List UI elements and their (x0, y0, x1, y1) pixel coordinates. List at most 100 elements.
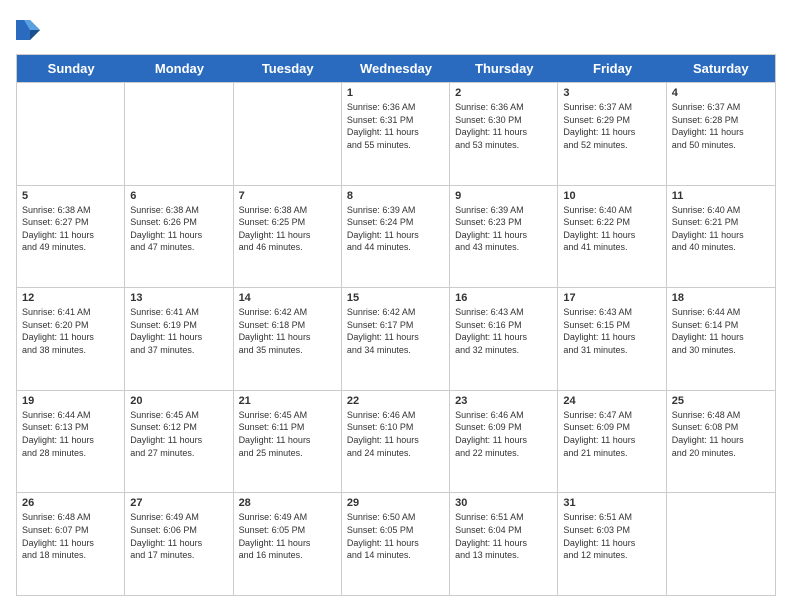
day-number: 31 (563, 497, 660, 509)
header-cell-friday: Friday (558, 55, 666, 82)
header-cell-sunday: Sunday (17, 55, 125, 82)
day-cell-27: 27 Sunrise: 6:49 AM Sunset: 6:06 PM Dayli… (125, 493, 233, 595)
day-number: 25 (672, 395, 770, 407)
calendar-header: SundayMondayTuesdayWednesdayThursdayFrid… (17, 55, 775, 82)
day-number: 19 (22, 395, 119, 407)
day-cell-23: 23 Sunrise: 6:46 AM Sunset: 6:09 PM Dayli… (450, 391, 558, 493)
day-cell-19: 19 Sunrise: 6:44 AM Sunset: 6:13 PM Dayli… (17, 391, 125, 493)
day-number: 11 (672, 190, 770, 202)
day-info: Sunrise: 6:40 AM Sunset: 6:21 PM Dayligh… (672, 204, 770, 254)
day-cell-8: 8 Sunrise: 6:39 AM Sunset: 6:24 PM Daylig… (342, 186, 450, 288)
day-cell-17: 17Sunrise: 6:43 AM Sunset: 6:15 PM Dayli… (558, 288, 666, 390)
day-info: Sunrise: 6:51 AM Sunset: 6:03 PM Dayligh… (563, 511, 660, 561)
day-cell-24: 24 Sunrise: 6:47 AM Sunset: 6:09 PM Dayli… (558, 391, 666, 493)
day-number: 15 (347, 292, 444, 304)
day-info: Sunrise: 6:46 AM Sunset: 6:09 PM Dayligh… (455, 409, 552, 459)
day-info: Sunrise: 6:41 AM Sunset: 6:19 PM Dayligh… (130, 306, 227, 356)
header-cell-thursday: Thursday (450, 55, 558, 82)
day-info: Sunrise: 6:45 AM Sunset: 6:12 PM Dayligh… (130, 409, 227, 459)
day-cell-empty-4-6 (667, 493, 775, 595)
day-info: Sunrise: 6:36 AM Sunset: 6:31 PM Dayligh… (347, 101, 444, 151)
day-number: 24 (563, 395, 660, 407)
day-info: Sunrise: 6:44 AM Sunset: 6:14 PM Dayligh… (672, 306, 770, 356)
day-info: Sunrise: 6:39 AM Sunset: 6:24 PM Dayligh… (347, 204, 444, 254)
day-cell-29: 29Sunrise: 6:50 AM Sunset: 6:05 PM Dayli… (342, 493, 450, 595)
day-number: 14 (239, 292, 336, 304)
calendar-row-3: 12Sunrise: 6:41 AM Sunset: 6:20 PM Dayli… (17, 287, 775, 390)
day-cell-11: 11 Sunrise: 6:40 AM Sunset: 6:21 PM Dayli… (667, 186, 775, 288)
day-number: 5 (22, 190, 119, 202)
day-info: Sunrise: 6:37 AM Sunset: 6:28 PM Dayligh… (672, 101, 770, 151)
day-cell-2: 2 Sunrise: 6:36 AM Sunset: 6:30 PM Daylig… (450, 83, 558, 185)
day-cell-10: 10 Sunrise: 6:40 AM Sunset: 6:22 PM Dayli… (558, 186, 666, 288)
day-info: Sunrise: 6:38 AM Sunset: 6:25 PM Dayligh… (239, 204, 336, 254)
day-number: 9 (455, 190, 552, 202)
day-info: Sunrise: 6:43 AM Sunset: 6:15 PM Dayligh… (563, 306, 660, 356)
day-cell-26: 26 Sunrise: 6:48 AM Sunset: 6:07 PM Dayli… (17, 493, 125, 595)
day-info: Sunrise: 6:49 AM Sunset: 6:05 PM Dayligh… (239, 511, 336, 561)
calendar-body: 1 Sunrise: 6:36 AM Sunset: 6:31 PM Daylig… (17, 82, 775, 595)
calendar-row-4: 19 Sunrise: 6:44 AM Sunset: 6:13 PM Dayli… (17, 390, 775, 493)
calendar-row-2: 5 Sunrise: 6:38 AM Sunset: 6:27 PM Daylig… (17, 185, 775, 288)
day-cell-25: 25 Sunrise: 6:48 AM Sunset: 6:08 PM Dayli… (667, 391, 775, 493)
day-cell-empty-0-0 (17, 83, 125, 185)
day-number: 7 (239, 190, 336, 202)
day-cell-20: 20 Sunrise: 6:45 AM Sunset: 6:12 PM Dayli… (125, 391, 233, 493)
day-number: 1 (347, 87, 444, 99)
day-info: Sunrise: 6:50 AM Sunset: 6:05 PM Dayligh… (347, 511, 444, 561)
day-info: Sunrise: 6:38 AM Sunset: 6:26 PM Dayligh… (130, 204, 227, 254)
day-info: Sunrise: 6:44 AM Sunset: 6:13 PM Dayligh… (22, 409, 119, 459)
day-number: 3 (563, 87, 660, 99)
day-cell-3: 3 Sunrise: 6:37 AM Sunset: 6:29 PM Daylig… (558, 83, 666, 185)
day-cell-31: 31 Sunrise: 6:51 AM Sunset: 6:03 PM Dayli… (558, 493, 666, 595)
day-info: Sunrise: 6:40 AM Sunset: 6:22 PM Dayligh… (563, 204, 660, 254)
day-info: Sunrise: 6:46 AM Sunset: 6:10 PM Dayligh… (347, 409, 444, 459)
day-number: 20 (130, 395, 227, 407)
day-number: 18 (672, 292, 770, 304)
day-info: Sunrise: 6:43 AM Sunset: 6:16 PM Dayligh… (455, 306, 552, 356)
day-info: Sunrise: 6:48 AM Sunset: 6:07 PM Dayligh… (22, 511, 119, 561)
day-cell-6: 6Sunrise: 6:38 AM Sunset: 6:26 PM Daylig… (125, 186, 233, 288)
day-cell-13: 13 Sunrise: 6:41 AM Sunset: 6:19 PM Dayli… (125, 288, 233, 390)
day-info: Sunrise: 6:39 AM Sunset: 6:23 PM Dayligh… (455, 204, 552, 254)
day-number: 4 (672, 87, 770, 99)
day-number: 21 (239, 395, 336, 407)
logo-icon (16, 16, 40, 44)
day-info: Sunrise: 6:37 AM Sunset: 6:29 PM Dayligh… (563, 101, 660, 151)
day-number: 26 (22, 497, 119, 509)
day-number: 2 (455, 87, 552, 99)
calendar-row-5: 26 Sunrise: 6:48 AM Sunset: 6:07 PM Dayli… (17, 492, 775, 595)
header-cell-monday: Monday (125, 55, 233, 82)
day-info: Sunrise: 6:38 AM Sunset: 6:27 PM Dayligh… (22, 204, 119, 254)
day-info: Sunrise: 6:42 AM Sunset: 6:17 PM Dayligh… (347, 306, 444, 356)
logo (16, 16, 44, 44)
day-info: Sunrise: 6:48 AM Sunset: 6:08 PM Dayligh… (672, 409, 770, 459)
calendar-row-1: 1 Sunrise: 6:36 AM Sunset: 6:31 PM Daylig… (17, 82, 775, 185)
day-number: 23 (455, 395, 552, 407)
day-cell-empty-0-2 (234, 83, 342, 185)
day-number: 30 (455, 497, 552, 509)
day-cell-5: 5 Sunrise: 6:38 AM Sunset: 6:27 PM Daylig… (17, 186, 125, 288)
day-cell-21: 21 Sunrise: 6:45 AM Sunset: 6:11 PM Dayli… (234, 391, 342, 493)
day-number: 8 (347, 190, 444, 202)
day-info: Sunrise: 6:42 AM Sunset: 6:18 PM Dayligh… (239, 306, 336, 356)
day-cell-1: 1 Sunrise: 6:36 AM Sunset: 6:31 PM Daylig… (342, 83, 450, 185)
day-cell-18: 18 Sunrise: 6:44 AM Sunset: 6:14 PM Dayli… (667, 288, 775, 390)
day-cell-30: 30 Sunrise: 6:51 AM Sunset: 6:04 PM Dayli… (450, 493, 558, 595)
day-info: Sunrise: 6:47 AM Sunset: 6:09 PM Dayligh… (563, 409, 660, 459)
day-number: 16 (455, 292, 552, 304)
day-info: Sunrise: 6:36 AM Sunset: 6:30 PM Dayligh… (455, 101, 552, 151)
day-cell-4: 4 Sunrise: 6:37 AM Sunset: 6:28 PM Daylig… (667, 83, 775, 185)
day-number: 10 (563, 190, 660, 202)
day-cell-22: 22Sunrise: 6:46 AM Sunset: 6:10 PM Dayli… (342, 391, 450, 493)
calendar: SundayMondayTuesdayWednesdayThursdayFrid… (16, 54, 776, 596)
day-number: 13 (130, 292, 227, 304)
day-info: Sunrise: 6:51 AM Sunset: 6:04 PM Dayligh… (455, 511, 552, 561)
calendar-page: SundayMondayTuesdayWednesdayThursdayFrid… (0, 0, 792, 612)
day-number: 27 (130, 497, 227, 509)
day-cell-12: 12Sunrise: 6:41 AM Sunset: 6:20 PM Dayli… (17, 288, 125, 390)
day-info: Sunrise: 6:49 AM Sunset: 6:06 PM Dayligh… (130, 511, 227, 561)
day-cell-9: 9 Sunrise: 6:39 AM Sunset: 6:23 PM Daylig… (450, 186, 558, 288)
day-cell-empty-0-1 (125, 83, 233, 185)
day-info: Sunrise: 6:45 AM Sunset: 6:11 PM Dayligh… (239, 409, 336, 459)
